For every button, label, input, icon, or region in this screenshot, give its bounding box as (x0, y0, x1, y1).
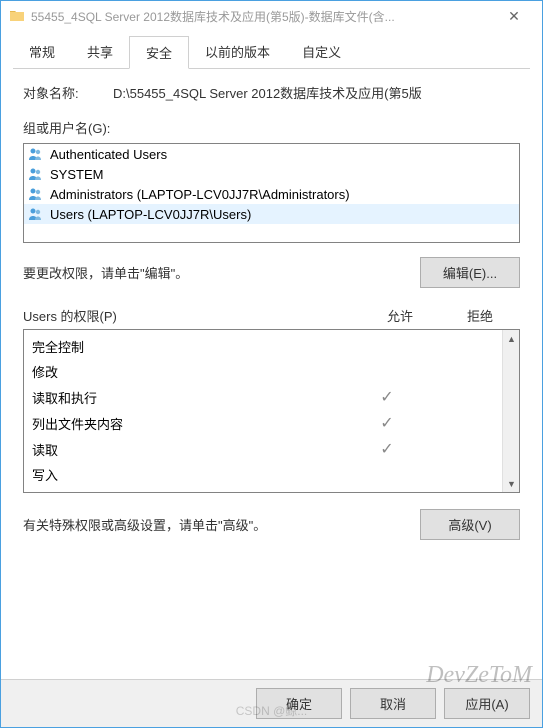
tab-customize[interactable]: 自定义 (286, 36, 357, 69)
users-group-icon (28, 206, 44, 222)
titlebar: 55455_4SQL Server 2012数据库技术及应用(第5版)-数据库文… (1, 1, 542, 31)
permission-row: 写入 (32, 462, 501, 487)
allow-header: 允许 (360, 306, 440, 325)
list-item[interactable]: Administrators (LAPTOP-LCV0JJ7R\Administ… (24, 184, 519, 204)
scroll-down-button[interactable]: ▼ (503, 475, 520, 492)
tab-strip: 常规 共享 安全 以前的版本 自定义 (13, 35, 530, 69)
scrollbar[interactable]: ▲ ▼ (502, 330, 519, 492)
list-item[interactable]: Users (LAPTOP-LCV0JJ7R\Users) (24, 204, 519, 224)
permissions-listbox: 完全控制修改读取和执行✓列出文件夹内容✓读取✓写入 ▲ ▼ (23, 329, 520, 493)
list-item-label: Administrators (LAPTOP-LCV0JJ7R\Administ… (50, 187, 350, 202)
users-group-icon (28, 146, 44, 162)
tab-sharing[interactable]: 共享 (71, 36, 129, 69)
allow-checkmark: ✓ (349, 387, 425, 407)
edit-button[interactable]: 编辑(E)... (420, 257, 520, 288)
permission-row: 完全控制 (32, 334, 501, 359)
permission-name: 读取和执行 (32, 388, 349, 407)
list-item[interactable]: SYSTEM (24, 164, 519, 184)
cancel-button[interactable]: 取消 (350, 688, 436, 719)
dialog-button-bar: 确定 取消 应用(A) (1, 679, 542, 727)
permissions-header: Users 的权限(P) (23, 306, 360, 325)
advanced-hint-text: 有关特殊权限或高级设置，请单击"高级"。 (23, 515, 266, 534)
permission-name: 完全控制 (32, 337, 349, 356)
security-panel: 对象名称: D:\55455_4SQL Server 2012数据库技术及应用(… (13, 69, 530, 540)
tab-security[interactable]: 安全 (129, 36, 189, 69)
groups-label: 组或用户名(G): (23, 118, 520, 137)
window-title: 55455_4SQL Server 2012数据库技术及应用(第5版)-数据库文… (31, 8, 494, 25)
permission-row: 修改 (32, 359, 501, 384)
permission-name: 写入 (32, 465, 349, 484)
permission-name: 读取 (32, 440, 349, 459)
allow-checkmark: ✓ (349, 413, 425, 433)
allow-checkmark: ✓ (349, 439, 425, 459)
apply-button[interactable]: 应用(A) (444, 688, 530, 719)
tab-previous-versions[interactable]: 以前的版本 (189, 36, 286, 69)
advanced-button[interactable]: 高级(V) (420, 509, 520, 540)
tab-general[interactable]: 常规 (13, 36, 71, 69)
ok-button[interactable]: 确定 (256, 688, 342, 719)
list-item-label: Users (LAPTOP-LCV0JJ7R\Users) (50, 207, 251, 222)
object-name-value: D:\55455_4SQL Server 2012数据库技术及应用(第5版 (113, 83, 520, 102)
users-group-icon (28, 166, 44, 182)
list-item-label: Authenticated Users (50, 147, 167, 162)
object-name-label: 对象名称: (23, 83, 113, 102)
list-item[interactable]: Authenticated Users (24, 144, 519, 164)
deny-header: 拒绝 (440, 306, 520, 325)
close-button[interactable]: ✕ (494, 8, 534, 25)
edit-hint-text: 要更改权限，请单击"编辑"。 (23, 263, 188, 282)
groups-listbox[interactable]: Authenticated Users SYSTEM Administrators … (23, 143, 520, 243)
permission-row: 读取✓ (32, 436, 501, 462)
permission-row: 读取和执行✓ (32, 384, 501, 410)
users-group-icon (28, 186, 44, 202)
permission-name: 修改 (32, 362, 349, 381)
permission-row: 列出文件夹内容✓ (32, 410, 501, 436)
permission-name: 列出文件夹内容 (32, 414, 349, 433)
folder-icon (9, 8, 25, 24)
list-item-label: SYSTEM (50, 167, 103, 182)
scroll-up-button[interactable]: ▲ (503, 330, 520, 347)
